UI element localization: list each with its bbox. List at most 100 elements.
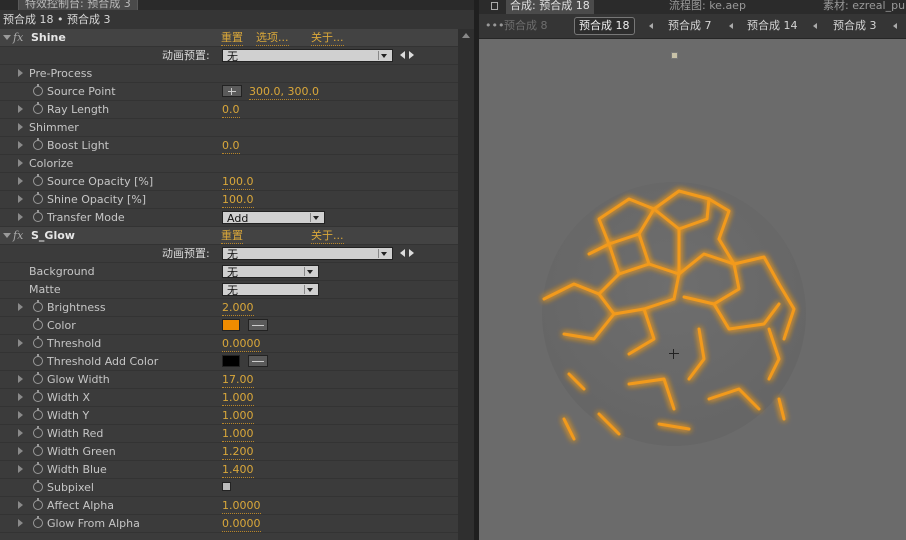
eyedropper-icon[interactable] <box>248 355 268 367</box>
threshold-value[interactable]: 0.0000 <box>222 337 261 352</box>
property-row[interactable]: Color <box>0 317 458 335</box>
flow-item[interactable]: 预合成 8 <box>504 19 548 33</box>
width-green-value[interactable]: 1.200 <box>222 445 254 460</box>
fx-icon[interactable]: fx <box>13 229 23 242</box>
subpixel-checkbox[interactable] <box>222 482 231 491</box>
expand-triangle-icon[interactable] <box>18 519 23 527</box>
stopwatch-icon[interactable] <box>33 192 43 204</box>
expand-triangle-icon[interactable] <box>18 339 23 347</box>
prev-preset-icon[interactable] <box>400 51 405 59</box>
tab-flowchart[interactable]: 流程图: ke.aep <box>669 0 746 13</box>
property-row[interactable]: Affect Alpha 1.0000 <box>0 497 458 515</box>
flow-item-active[interactable]: 预合成 18 <box>574 17 635 35</box>
width-blue-value[interactable]: 1.400 <box>222 463 254 478</box>
expand-triangle-icon[interactable] <box>18 213 23 221</box>
expand-triangle-icon[interactable] <box>18 141 23 149</box>
property-row[interactable]: Pre-Process <box>0 65 458 83</box>
source-point-value[interactable]: 300.0, 300.0 <box>249 85 319 100</box>
property-row[interactable]: Width Green 1.200 <box>0 443 458 461</box>
stopwatch-icon[interactable] <box>33 300 43 312</box>
property-row[interactable]: Glow From Alpha 0.0000 <box>0 515 458 533</box>
flow-item[interactable]: 预合成 14 <box>747 19 798 33</box>
effect-header-shine[interactable]: fx Shine 重置 选项... 关于... <box>0 29 458 47</box>
background-dropdown[interactable]: 无 <box>222 265 319 279</box>
options-link[interactable]: 选项... <box>256 31 289 46</box>
flow-item[interactable]: 预合成 3 <box>833 19 877 33</box>
property-row[interactable]: Width X 1.000 <box>0 389 458 407</box>
scroll-up-icon[interactable] <box>462 33 470 38</box>
expand-triangle-icon[interactable] <box>18 69 23 77</box>
color-swatch[interactable] <box>222 355 240 367</box>
expand-triangle-icon[interactable] <box>18 393 23 401</box>
expand-triangle-icon[interactable] <box>18 411 23 419</box>
tab-footage[interactable]: 素材: ezreal_pu <box>823 0 905 13</box>
matte-dropdown[interactable]: 无 <box>222 283 319 297</box>
stopwatch-icon[interactable] <box>33 498 43 510</box>
fx-icon[interactable]: fx <box>13 31 23 44</box>
expand-triangle-icon[interactable] <box>18 375 23 383</box>
eyedropper-icon[interactable] <box>248 319 268 331</box>
property-row[interactable]: Threshold Add Color <box>0 353 458 371</box>
property-row[interactable]: Colorize <box>0 155 458 173</box>
boost-light-value[interactable]: 0.0 <box>222 139 240 154</box>
stopwatch-icon[interactable] <box>33 390 43 402</box>
stopwatch-icon[interactable] <box>33 336 43 348</box>
stopwatch-icon[interactable] <box>33 462 43 474</box>
brightness-value[interactable]: 2.000 <box>222 301 254 316</box>
affect-alpha-value[interactable]: 1.0000 <box>222 499 261 514</box>
stopwatch-icon[interactable] <box>33 426 43 438</box>
preset-dropdown[interactable]: 无 <box>222 247 393 261</box>
vertical-scrollbar[interactable] <box>458 29 474 540</box>
property-row[interactable]: Glow Width 17.00 <box>0 371 458 389</box>
glow-from-alpha-value[interactable]: 0.0000 <box>222 517 261 532</box>
ray-length-value[interactable]: 0.0 <box>222 103 240 118</box>
transfer-mode-dropdown[interactable]: Add <box>222 211 325 225</box>
property-row[interactable]: Shimmer <box>0 119 458 137</box>
crosshair-icon[interactable] <box>222 85 242 97</box>
expand-triangle-icon[interactable] <box>18 447 23 455</box>
property-row[interactable]: Brightness 2.000 <box>0 299 458 317</box>
reset-link[interactable]: 重置 <box>221 229 243 244</box>
source-opacity-value[interactable]: 100.0 <box>222 175 254 190</box>
stopwatch-icon[interactable] <box>33 138 43 150</box>
glow-width-value[interactable]: 17.00 <box>222 373 254 388</box>
expand-triangle-icon[interactable] <box>18 177 23 185</box>
stopwatch-icon[interactable] <box>33 408 43 420</box>
next-preset-icon[interactable] <box>409 51 414 59</box>
prev-preset-icon[interactable] <box>400 249 405 257</box>
shine-opacity-value[interactable]: 100.0 <box>222 193 254 208</box>
expand-triangle-icon[interactable] <box>18 303 23 311</box>
expand-triangle-icon[interactable] <box>18 501 23 509</box>
stopwatch-icon[interactable] <box>33 318 43 330</box>
preset-dropdown[interactable]: 无 <box>222 49 393 63</box>
expand-triangle-icon[interactable] <box>18 465 23 473</box>
effect-header-s-glow[interactable]: fx S_Glow 重置 关于... <box>0 227 458 245</box>
stopwatch-icon[interactable] <box>33 174 43 186</box>
next-preset-icon[interactable] <box>409 249 414 257</box>
expand-triangle-icon[interactable] <box>18 105 23 113</box>
tab-composition[interactable]: 合成: 预合成 18 <box>506 0 594 14</box>
stopwatch-icon[interactable] <box>33 444 43 456</box>
property-row[interactable]: Source Opacity [%] 100.0 <box>0 173 458 191</box>
property-row[interactable]: Transfer Mode Add <box>0 209 458 227</box>
stopwatch-icon[interactable] <box>33 354 43 366</box>
width-y-value[interactable]: 1.000 <box>222 409 254 424</box>
property-row[interactable]: Matte 无 <box>0 281 458 299</box>
width-red-value[interactable]: 1.000 <box>222 427 254 442</box>
about-link[interactable]: 关于... <box>311 229 344 244</box>
width-x-value[interactable]: 1.000 <box>222 391 254 406</box>
color-swatch[interactable] <box>222 319 240 331</box>
expand-triangle-icon[interactable] <box>18 195 23 203</box>
stopwatch-icon[interactable] <box>33 516 43 528</box>
property-row[interactable]: Width Blue 1.400 <box>0 461 458 479</box>
property-row[interactable]: Source Point 300.0, 300.0 <box>0 83 458 101</box>
property-row[interactable]: Boost Light 0.0 <box>0 137 458 155</box>
expand-triangle-icon[interactable] <box>18 159 23 167</box>
property-row[interactable]: Width Red 1.000 <box>0 425 458 443</box>
property-row[interactable]: Width Y 1.000 <box>0 407 458 425</box>
stopwatch-icon[interactable] <box>33 480 43 492</box>
reset-link[interactable]: 重置 <box>221 31 243 46</box>
more-icon[interactable]: ••• <box>485 19 504 32</box>
lock-icon[interactable] <box>491 2 498 10</box>
composition-viewer[interactable] <box>479 39 906 540</box>
